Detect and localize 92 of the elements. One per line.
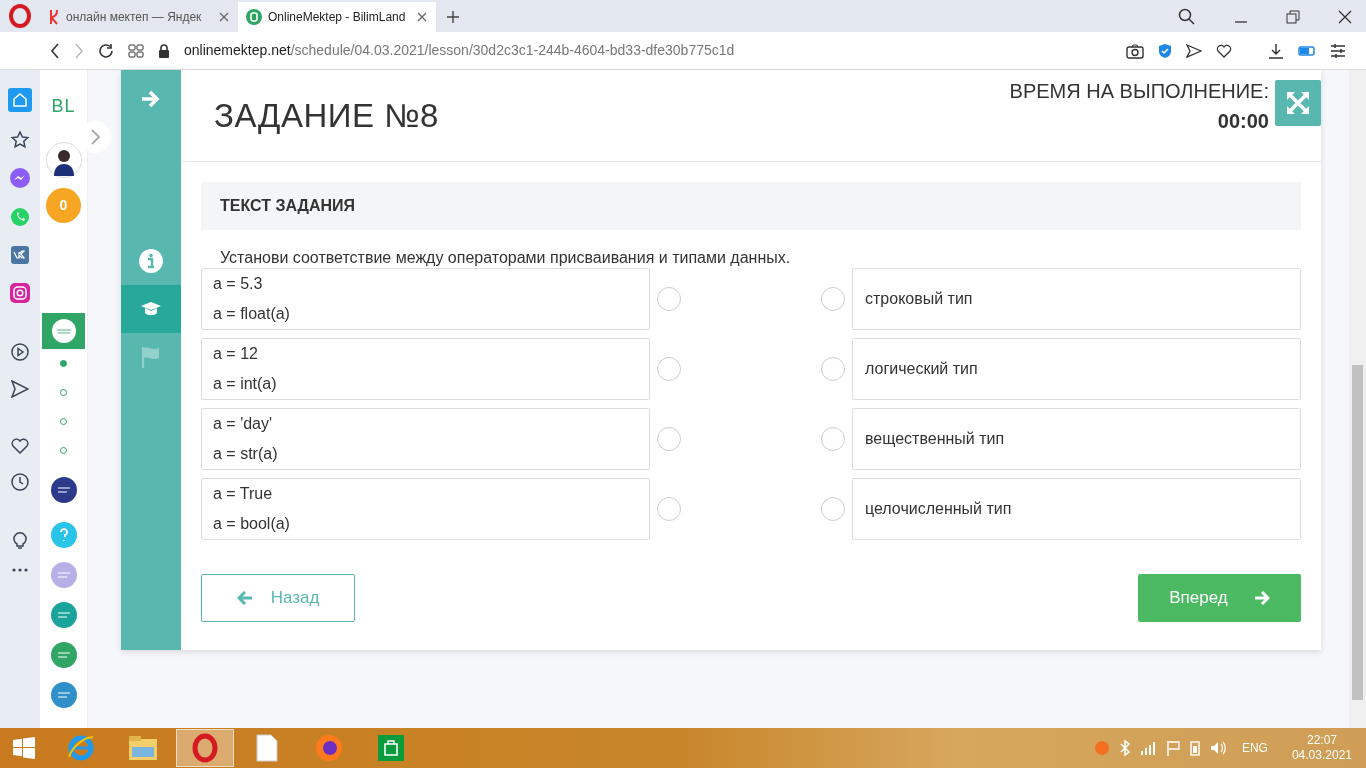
lightbulb-icon[interactable] <box>13 531 27 549</box>
close-icon[interactable] <box>1338 10 1352 24</box>
send-icon[interactable] <box>11 380 29 398</box>
nav-tab[interactable] <box>121 285 181 333</box>
answer-card[interactable]: логический тип <box>852 338 1301 400</box>
answer-card[interactable]: вещественный тип <box>852 408 1301 470</box>
code-line: a = True <box>213 484 274 504</box>
internet-explorer-icon <box>66 733 96 763</box>
bluetooth-icon[interactable] <box>1119 740 1130 756</box>
timer-value: 00:00 <box>1217 108 1269 134</box>
scrollbar-thumb[interactable] <box>1352 365 1363 700</box>
answer-card[interactable]: a = 5.3 a = float(a) <box>201 268 650 330</box>
arrow-left-icon <box>236 591 253 605</box>
radio-button[interactable] <box>821 357 845 381</box>
fullscreen-icon <box>1286 91 1310 115</box>
close-icon[interactable] <box>416 11 428 23</box>
task-title: ЗАДАНИЕ №8 <box>214 95 440 136</box>
answer-card[interactable]: строковый тип <box>852 268 1301 330</box>
code-line: a = int(a) <box>213 374 278 394</box>
answer-card[interactable]: целочисленный тип <box>852 478 1301 540</box>
flag-icon <box>141 346 161 368</box>
flag-icon[interactable] <box>1165 740 1180 756</box>
answer-card[interactable]: a = 12 a = int(a) <box>201 338 650 400</box>
lock-icon <box>158 43 170 58</box>
points-badge: 0 <box>46 188 81 223</box>
shield-icon[interactable] <box>1158 42 1172 59</box>
app-logo-icon[interactable] <box>50 477 77 503</box>
timer-label: ВРЕМЯ НА ВЫПОЛНЕНИЕ: <box>1009 78 1269 104</box>
arrow-right-icon[interactable] <box>141 90 161 108</box>
instagram-icon[interactable] <box>10 283 30 303</box>
vk-icon[interactable] <box>11 246 29 264</box>
reload-icon[interactable] <box>98 42 114 59</box>
new-tab-icon[interactable] <box>446 10 460 24</box>
radio-button[interactable] <box>821 427 845 451</box>
instruction-text: Установи соответствие между операторами присваивания и типами данных. <box>219 248 792 268</box>
code-line: a = 'day' <box>213 414 274 434</box>
heart-icon[interactable] <box>11 438 29 454</box>
code-line: a = float(a) <box>213 304 291 324</box>
radio-button[interactable] <box>657 497 681 521</box>
section-title: ТЕКСТ ЗАДАНИЯ <box>220 196 356 216</box>
more-icon[interactable] <box>12 568 28 572</box>
grid-icon[interactable] <box>128 43 144 58</box>
answer-card[interactable]: a = 'day' a = str(a) <box>201 408 650 470</box>
avatar-icon[interactable] <box>45 142 82 178</box>
search-icon[interactable] <box>1178 8 1196 26</box>
code-line: a = bool(a) <box>213 514 291 534</box>
settings-icon[interactable] <box>1330 43 1346 58</box>
radio-button[interactable] <box>657 427 681 451</box>
clock-icon[interactable] <box>11 473 29 491</box>
browser-tab[interactable]: OnlineMektep - BilimLand <box>238 2 436 32</box>
camera-icon[interactable] <box>1126 42 1144 59</box>
forward-icon[interactable] <box>74 42 84 59</box>
code-line: a = 5.3 <box>213 274 264 294</box>
site-logo-icon[interactable] <box>51 319 76 343</box>
browser-tab[interactable]: онлайн мектеп — Яндек <box>40 2 238 32</box>
site-logo-icon <box>246 9 262 25</box>
signal-icon[interactable] <box>1139 741 1156 755</box>
document-icon <box>256 734 278 762</box>
radio-button[interactable] <box>657 287 681 311</box>
code-line: a = 12 <box>213 344 259 364</box>
windows-logo-icon <box>12 736 36 760</box>
send-icon[interactable] <box>1186 42 1202 59</box>
back-icon[interactable] <box>50 42 60 59</box>
taskbar-app[interactable] <box>176 729 234 767</box>
letter-y-icon <box>48 9 60 25</box>
folder-icon <box>128 735 158 761</box>
fullscreen-button[interactable] <box>1275 80 1321 126</box>
arrow-right-icon <box>1253 591 1270 605</box>
speaker-icon[interactable] <box>1209 740 1226 756</box>
battery-icon[interactable] <box>1298 45 1316 56</box>
whatsapp-icon[interactable] <box>10 207 30 227</box>
radio-button[interactable] <box>821 287 845 311</box>
info-icon <box>139 249 163 273</box>
star-icon[interactable] <box>11 131 29 149</box>
firefox-icon <box>314 733 344 763</box>
home-icon[interactable] <box>8 88 32 112</box>
play-icon[interactable] <box>11 343 29 361</box>
opera-logo-icon <box>192 733 218 763</box>
restore-icon[interactable] <box>1286 10 1300 24</box>
opera-logo-icon <box>9 4 31 28</box>
radio-button[interactable] <box>821 497 845 521</box>
download-icon[interactable] <box>1268 42 1284 59</box>
code-line: a = str(a) <box>213 444 279 464</box>
graduation-cap-icon <box>140 301 162 317</box>
address-field[interactable]: onlinemektep.net/schedule/04.03.2021/lesson/30d2c3c1-244b-4604-bd33-dfe30b775c1d <box>184 40 1112 61</box>
page-dot[interactable] <box>60 360 67 367</box>
store-icon <box>378 735 404 761</box>
messenger-icon[interactable] <box>10 168 30 188</box>
answer-card[interactable]: a = True a = bool(a) <box>201 478 650 540</box>
heart-icon[interactable] <box>1216 43 1232 58</box>
radio-button[interactable] <box>657 357 681 381</box>
close-icon[interactable] <box>218 11 230 23</box>
